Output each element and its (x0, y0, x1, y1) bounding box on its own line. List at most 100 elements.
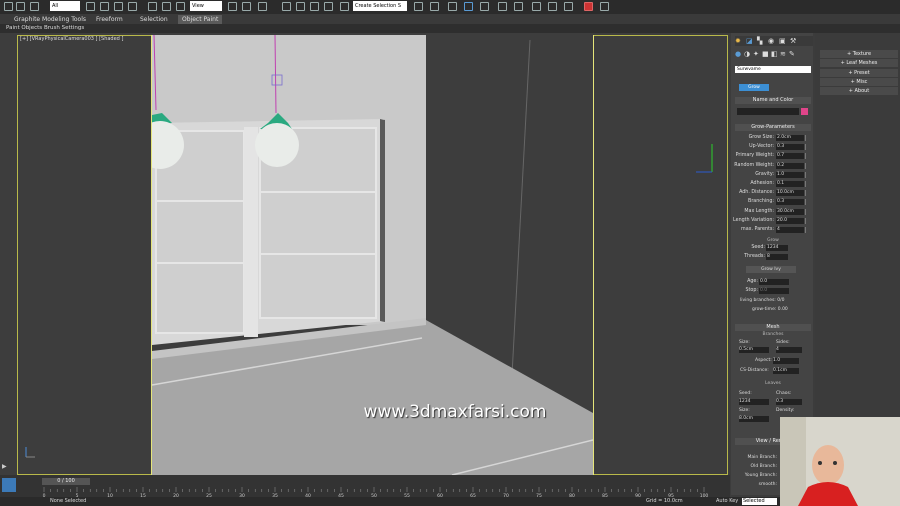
preset-rollout[interactable]: + Preset (820, 69, 898, 77)
render-iterative-icon[interactable] (600, 2, 609, 11)
cameras-icon[interactable]: ■ (762, 50, 769, 58)
tab-selection[interactable]: Selection (136, 15, 172, 24)
grow-param-field[interactable]: 20.0 (776, 217, 804, 224)
create-tab-icon[interactable]: ✹ (735, 37, 741, 45)
object-color-swatch[interactable] (801, 108, 808, 115)
modify-tab-icon[interactable]: ◪ (746, 37, 753, 45)
helpers-icon[interactable]: ◧ (771, 50, 778, 58)
grow-param-field[interactable]: 0.1 (776, 181, 804, 187)
branch-size-field[interactable]: 0.5cm (739, 347, 769, 353)
misc-rollout[interactable]: + Misc (820, 78, 898, 86)
grow-param-field[interactable]: 2.0cm (776, 135, 804, 141)
schematic-view-icon[interactable] (498, 2, 507, 11)
snap-toggle-icon[interactable] (282, 2, 291, 11)
cs-distance-field[interactable]: 0.1cm (773, 368, 799, 374)
undo-icon[interactable] (4, 2, 13, 11)
stop-field[interactable]: 0.0 (759, 288, 789, 294)
about-rollout[interactable]: + About (820, 87, 898, 95)
tab-object-paint[interactable]: Object Paint (178, 15, 223, 24)
angle-snap-icon[interactable] (296, 2, 305, 11)
rotate-icon[interactable] (162, 2, 171, 11)
scale-icon[interactable] (176, 2, 185, 11)
curve-editor-icon[interactable] (480, 2, 489, 11)
timeline-ruler[interactable]: 0 5 10 15 20 25 30 35 40 45 50 55 60 65 70 75 80 85 90 95 10… (42, 487, 714, 497)
threads-field[interactable]: 8 (766, 254, 788, 260)
geometry-icon[interactable]: ● (735, 50, 741, 58)
spinner-icon[interactable] (805, 181, 809, 187)
leaf-seed-field[interactable]: 1234 (739, 399, 769, 405)
hierarchy-tab-icon[interactable]: ▚ (757, 37, 762, 45)
window-crossing-icon[interactable] (128, 2, 137, 11)
subtab-brush-settings[interactable]: Brush Settings (44, 24, 84, 33)
rendered-frame-icon[interactable] (548, 2, 557, 11)
align-icon[interactable] (430, 2, 439, 11)
leaf-size-field[interactable]: 8.0cm (739, 416, 769, 422)
spinner-icon[interactable] (805, 162, 809, 169)
select-object-icon[interactable] (86, 2, 95, 11)
selection-filter-dropdown[interactable]: All (50, 1, 80, 11)
spinner-icon[interactable] (805, 153, 809, 160)
mini-listener-icon[interactable] (2, 478, 16, 492)
play-icon[interactable]: ▶ (2, 463, 7, 470)
spinner-icon[interactable] (805, 227, 809, 233)
named-selection-dropdown[interactable]: Create Selection S (353, 1, 407, 11)
vray-frame-buffer-icon[interactable] (584, 2, 593, 11)
spinner-icon[interactable] (805, 190, 809, 197)
utilities-tab-icon[interactable]: ⚒ (790, 37, 796, 45)
grow-parameters-rollout[interactable]: Grow-Parameters (735, 124, 811, 131)
select-by-name-icon[interactable] (100, 2, 109, 11)
grow-param-field[interactable]: 4 (776, 227, 804, 233)
display-tab-icon[interactable]: ▣ (779, 37, 786, 45)
render-setup-icon[interactable] (532, 2, 541, 11)
aspect-field[interactable]: 1.0 (773, 358, 799, 364)
shapes-icon[interactable]: ◑ (744, 50, 750, 58)
auto-key-button[interactable]: Auto Key (716, 497, 738, 506)
layer-manager-icon[interactable] (448, 2, 457, 11)
key-filter-dropdown[interactable]: Selected (742, 498, 777, 505)
link-icon[interactable] (30, 2, 39, 11)
chaos-field[interactable]: 0.3 (776, 399, 802, 405)
spinner-icon[interactable] (805, 217, 809, 224)
object-category-dropdown[interactable]: Surwvame (735, 66, 811, 73)
spinner-icon[interactable] (805, 208, 809, 215)
pivot-icon[interactable] (228, 2, 237, 11)
tab-freeform[interactable]: Freeform (92, 15, 127, 24)
grow-param-field[interactable]: 0.2 (776, 162, 804, 169)
reference-coord-dropdown[interactable]: View (190, 1, 222, 11)
select-manipulate-icon[interactable] (242, 2, 251, 11)
render-production-icon[interactable] (564, 2, 573, 11)
spinner-icon[interactable] (805, 144, 809, 151)
time-slider[interactable]: 0 / 100 (42, 478, 90, 485)
grow-ivy-button[interactable]: Grow Ivy (746, 266, 796, 273)
object-name-field[interactable] (737, 108, 799, 115)
graphite-tools-icon[interactable] (464, 2, 473, 11)
grow-param-field[interactable]: 10.0cm (776, 190, 804, 197)
grow-param-field[interactable]: 0.3 (776, 144, 804, 151)
spinner-snap-icon[interactable] (324, 2, 333, 11)
viewport-label[interactable]: [+] [VRayPhysicalCamera003 ] [Shaded ] (20, 36, 123, 42)
percent-snap-icon[interactable] (310, 2, 319, 11)
grow-param-field[interactable]: 1.0 (776, 171, 804, 178)
redo-icon[interactable] (16, 2, 25, 11)
age-field[interactable]: 0.0 (759, 279, 789, 285)
move-icon[interactable] (148, 2, 157, 11)
edit-named-selection-icon[interactable] (340, 2, 349, 11)
subtab-paint-objects[interactable]: Paint Objects (6, 24, 42, 33)
grow-param-field[interactable]: 30.0cm (776, 208, 804, 215)
spinner-icon[interactable] (805, 135, 809, 141)
keyboard-shortcut-icon[interactable] (258, 2, 267, 11)
grow-object-button[interactable]: Grow (739, 84, 769, 91)
lights-icon[interactable]: ✦ (753, 50, 759, 58)
grow-param-field[interactable]: 0.3 (776, 199, 804, 206)
seed-field[interactable]: 1234 (766, 245, 788, 251)
tab-graphite-modeling-tools[interactable]: Graphite Modeling Tools (10, 15, 90, 24)
spacewarps-icon[interactable]: ≋ (780, 50, 786, 58)
mesh-rollout[interactable]: Mesh (735, 324, 811, 331)
motion-tab-icon[interactable]: ◉ (768, 37, 774, 45)
material-editor-icon[interactable] (514, 2, 523, 11)
name-color-rollout[interactable]: Name and Color (735, 97, 811, 104)
spinner-icon[interactable] (805, 171, 809, 178)
spinner-icon[interactable] (805, 199, 809, 206)
leaf-meshes-rollout[interactable]: + Leaf Meshes (820, 59, 898, 67)
rect-select-icon[interactable] (114, 2, 123, 11)
